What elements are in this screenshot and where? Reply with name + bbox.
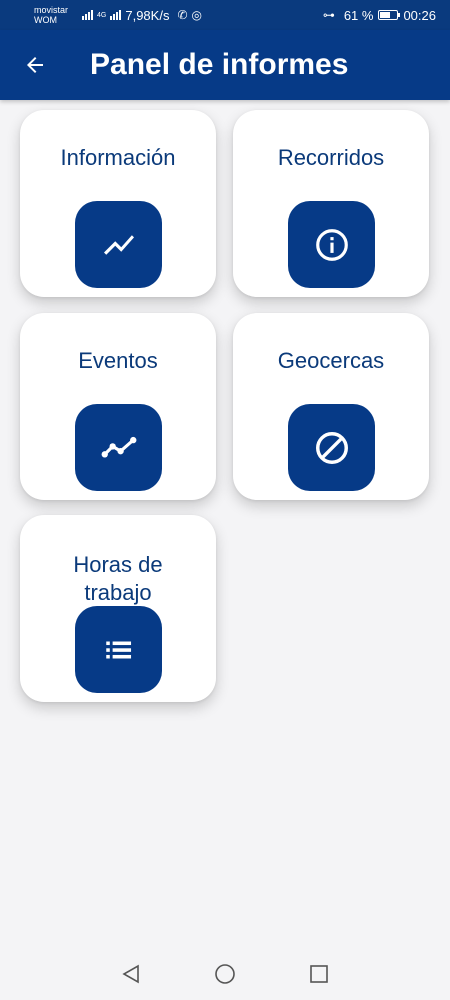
card-label: Recorridos (277, 145, 385, 170)
network-type: 4G (97, 11, 107, 19)
report-card-horas-de-trabajo[interactable]: Horas de trabajo (20, 515, 216, 702)
card-icon-button[interactable] (75, 606, 162, 693)
card-label: Geocercas (277, 348, 385, 373)
report-card-recorridos[interactable]: Recorridos (233, 110, 429, 297)
timeline-icon (101, 436, 136, 457)
nav-back-button[interactable] (116, 959, 146, 989)
network-speed: 7,98K/s (125, 7, 170, 23)
back-triangle-icon (122, 964, 139, 984)
report-card-geocercas[interactable]: Geocercas (233, 313, 429, 500)
card-icon-button[interactable] (288, 201, 375, 288)
report-card-informacion[interactable]: Información (20, 110, 216, 297)
recents-square-icon (310, 965, 328, 983)
card-icon-button[interactable] (75, 201, 162, 288)
carrier-names: movistar WOM (34, 5, 68, 25)
signal-icon-2 (110, 10, 122, 20)
page-title: Panel de informes (90, 48, 349, 81)
list-icon (105, 641, 131, 658)
clock: 00:26 (403, 7, 436, 23)
key-icon: ⊶ (322, 8, 335, 22)
battery-percent: 61 % (343, 7, 374, 23)
carrier-secondary: WOM (34, 15, 57, 25)
report-card-eventos[interactable]: Eventos (20, 313, 216, 500)
block-icon (315, 431, 348, 464)
system-nav-bar (0, 948, 450, 1000)
nav-home-button[interactable] (210, 959, 240, 989)
battery-icon (378, 10, 401, 20)
nav-recents-button[interactable] (304, 959, 334, 989)
card-icon-button[interactable] (75, 404, 162, 491)
home-circle-icon (215, 964, 235, 984)
back-button[interactable] (0, 30, 70, 100)
call-icon: ✆ (177, 8, 188, 22)
carrier-primary: movistar (34, 5, 69, 15)
trending-up-icon (103, 234, 134, 255)
whatsapp-icon: ◎ (191, 8, 202, 22)
arrow-left-icon (27, 57, 43, 73)
status-right: ⊶ 61 % 00:26 (323, 8, 436, 23)
signal-icon (82, 10, 94, 20)
app-bar: Panel de informes (0, 30, 450, 100)
info-circle-icon (315, 228, 348, 261)
status-bar: movistar WOM 4G 7,98K/s ✆ ◎ ⊶ 61 % 00:26 (0, 0, 450, 30)
card-label: Horas de trabajo (73, 552, 163, 605)
card-icon-button[interactable] (288, 404, 375, 491)
battery-level-fill (380, 12, 391, 18)
card-label: Eventos (78, 348, 158, 373)
card-label: Información (60, 145, 176, 170)
